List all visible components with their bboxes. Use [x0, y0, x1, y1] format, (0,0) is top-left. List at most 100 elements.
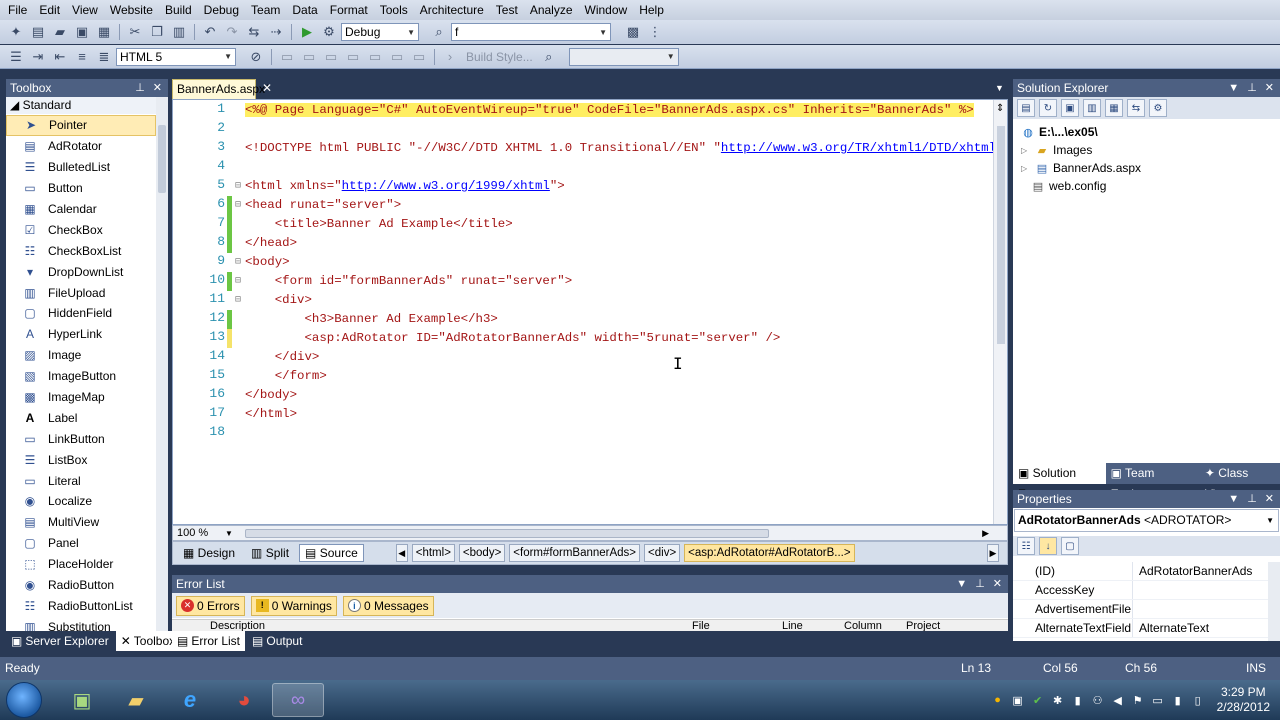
toolbox-item[interactable]: A HyperLink: [6, 324, 156, 345]
categorized-icon[interactable]: ☷: [1017, 537, 1035, 555]
asp-config-icon[interactable]: ⚙: [1149, 99, 1167, 117]
property-value[interactable]: AlternateText: [1133, 619, 1209, 637]
format-icon[interactable]: ▭: [387, 47, 407, 67]
split-icon[interactable]: ⇕: [996, 103, 1004, 114]
menu-build[interactable]: Build: [159, 0, 198, 20]
collapse-icon[interactable]: ⊟: [235, 180, 241, 191]
errors-filter-button[interactable]: ✕ 0 Errors: [176, 595, 245, 616]
save-icon[interactable]: ▣: [72, 22, 92, 42]
network-icon[interactable]: ⚇: [1091, 693, 1105, 707]
expand-icon[interactable]: ▷: [1021, 164, 1031, 173]
menu-website[interactable]: Website: [104, 0, 159, 20]
collapse-icon[interactable]: ⊟: [235, 275, 241, 286]
format-icon[interactable]: ▭: [409, 47, 429, 67]
solution-config-select[interactable]: Debug ▼: [341, 23, 419, 41]
menu-test[interactable]: Test: [490, 0, 524, 20]
find-combo[interactable]: f ▼: [451, 23, 611, 41]
property-value[interactable]: [1133, 600, 1139, 618]
code-link[interactable]: http://www.w3.org/1999/xhtml: [342, 179, 550, 193]
toolbox-item[interactable]: ☰ ListBox: [6, 449, 156, 470]
column-header[interactable]: File: [692, 620, 710, 631]
close-icon[interactable]: ✕: [1265, 490, 1274, 508]
security-icon[interactable]: ▣: [1011, 693, 1025, 707]
column-header[interactable]: Line: [782, 620, 803, 631]
clock[interactable]: 3:29 PM 2/28/2012: [1217, 685, 1270, 715]
expand-icon[interactable]: ▷: [1021, 146, 1031, 155]
source-view-button[interactable]: ▤ Source: [299, 544, 364, 562]
toolbox-item[interactable]: ➤ Pointer: [6, 115, 156, 136]
toolbox-item[interactable]: ▦ Calendar: [6, 199, 156, 220]
property-row[interactable]: (ID) AdRotatorBannerAds: [1013, 562, 1268, 581]
find-icon[interactable]: ▩: [623, 22, 643, 42]
scroll-right-icon[interactable]: ▶: [982, 528, 989, 539]
volume-icon[interactable]: ◀: [1111, 693, 1125, 707]
pin-icon[interactable]: ⊥: [1247, 79, 1257, 97]
menu-edit[interactable]: Edit: [33, 0, 66, 20]
properties-scrollbar[interactable]: [1268, 562, 1280, 641]
menu-view[interactable]: View: [66, 0, 104, 20]
toolbox-item[interactable]: A Label: [6, 407, 156, 428]
tab-output[interactable]: ▤ Output: [247, 631, 307, 651]
menu-data[interactable]: Data: [286, 0, 323, 20]
close-icon[interactable]: ✕: [153, 79, 162, 97]
start-button[interactable]: [6, 682, 42, 718]
toolbox-item[interactable]: ▥ FileUpload: [6, 282, 156, 303]
toolbox-item[interactable]: ☰ BulletedList: [6, 157, 156, 178]
cut-icon[interactable]: ✂: [125, 22, 145, 42]
property-value[interactable]: [1133, 581, 1139, 599]
taskbar-app-explorer[interactable]: ▰: [110, 683, 162, 717]
property-row[interactable]: AlternateTextField AlternateText: [1013, 619, 1268, 638]
toolbox-scrollbar[interactable]: [156, 97, 168, 631]
comment-icon[interactable]: ≡: [72, 47, 92, 67]
collapse-icon[interactable]: ⊟: [235, 294, 241, 305]
column-header[interactable]: Description: [210, 620, 265, 631]
toolbox-item[interactable]: ☷ RadioButtonList: [6, 595, 156, 616]
document-tab[interactable]: BannerAds.aspx*: [172, 79, 270, 99]
format-icon[interactable]: ▭: [299, 47, 319, 67]
tab-error-list[interactable]: ▤ Error List: [172, 631, 246, 651]
warnings-filter-button[interactable]: ! 0 Warnings: [250, 595, 337, 616]
toolbox-item[interactable]: ▭ Button: [6, 178, 156, 199]
toolbox-item[interactable]: ▩ ImageMap: [6, 387, 156, 408]
style-target-select[interactable]: ▼: [568, 47, 679, 66]
close-icon[interactable]: ✕: [1265, 79, 1274, 97]
uncomment-icon[interactable]: ≣: [94, 47, 114, 67]
copy-icon[interactable]: ❐: [147, 22, 167, 42]
taskbar-app-ie[interactable]: e: [164, 683, 216, 717]
chevron-down-icon[interactable]: ▼: [1228, 79, 1239, 97]
breadcrumb-adrotator[interactable]: <asp:AdRotator#AdRotatorB...>: [684, 544, 855, 562]
style-arrow-icon[interactable]: ›: [440, 47, 460, 67]
tree-item-images[interactable]: ▷ ▰ Images: [1021, 141, 1092, 159]
menu-debug[interactable]: Debug: [198, 0, 245, 20]
menu-help[interactable]: Help: [633, 0, 670, 20]
breadcrumb-div[interactable]: <div>: [644, 544, 681, 562]
new-project-icon[interactable]: ✦: [6, 22, 26, 42]
tab-server-explorer[interactable]: ▣ Server Explorer: [6, 631, 114, 651]
chevron-down-icon[interactable]: ▼: [1228, 490, 1239, 508]
paste-icon[interactable]: ▥: [169, 22, 189, 42]
tree-item-webconfig[interactable]: ▤ web.config: [1031, 177, 1107, 195]
toolbox-item[interactable]: ▥ Substitution: [6, 616, 156, 631]
attach-icon[interactable]: ⚙: [319, 22, 339, 42]
properties-icon[interactable]: ▤: [1017, 99, 1035, 117]
property-row[interactable]: AdvertisementFile: [1013, 600, 1268, 619]
undo-icon[interactable]: ↶: [200, 22, 220, 42]
toolbox-item[interactable]: ⬚ PlaceHolder: [6, 554, 156, 575]
object-selector[interactable]: AdRotatorBannerAds <ADROTATOR> ▼: [1014, 509, 1279, 532]
property-row[interactable]: AccessKey: [1013, 581, 1268, 600]
find-in-files-icon[interactable]: ⌕: [429, 22, 449, 42]
format-icon[interactable]: ▭: [277, 47, 297, 67]
toolbox-item[interactable]: ◉ Localize: [6, 491, 156, 512]
flag-icon[interactable]: ⚑: [1131, 693, 1145, 707]
toolbox-item[interactable]: ▨ Image: [6, 345, 156, 366]
toolbox-item[interactable]: ▭ LinkButton: [6, 428, 156, 449]
format-icon[interactable]: ▭: [343, 47, 363, 67]
property-pages-icon[interactable]: ▢: [1061, 537, 1079, 555]
navigate-icon[interactable]: ⇆: [244, 22, 264, 42]
notification-icon[interactable]: ●: [991, 693, 1005, 707]
tab-solution-explorer[interactable]: ▣ Solution Ex...: [1013, 463, 1106, 501]
chevron-down-icon[interactable]: ▼: [995, 83, 1004, 93]
schema-select[interactable]: HTML 5 ▼: [116, 47, 236, 66]
tab-class-view[interactable]: ✦ Class View: [1200, 463, 1280, 501]
toolbox-item[interactable]: ▢ Panel: [6, 533, 156, 554]
